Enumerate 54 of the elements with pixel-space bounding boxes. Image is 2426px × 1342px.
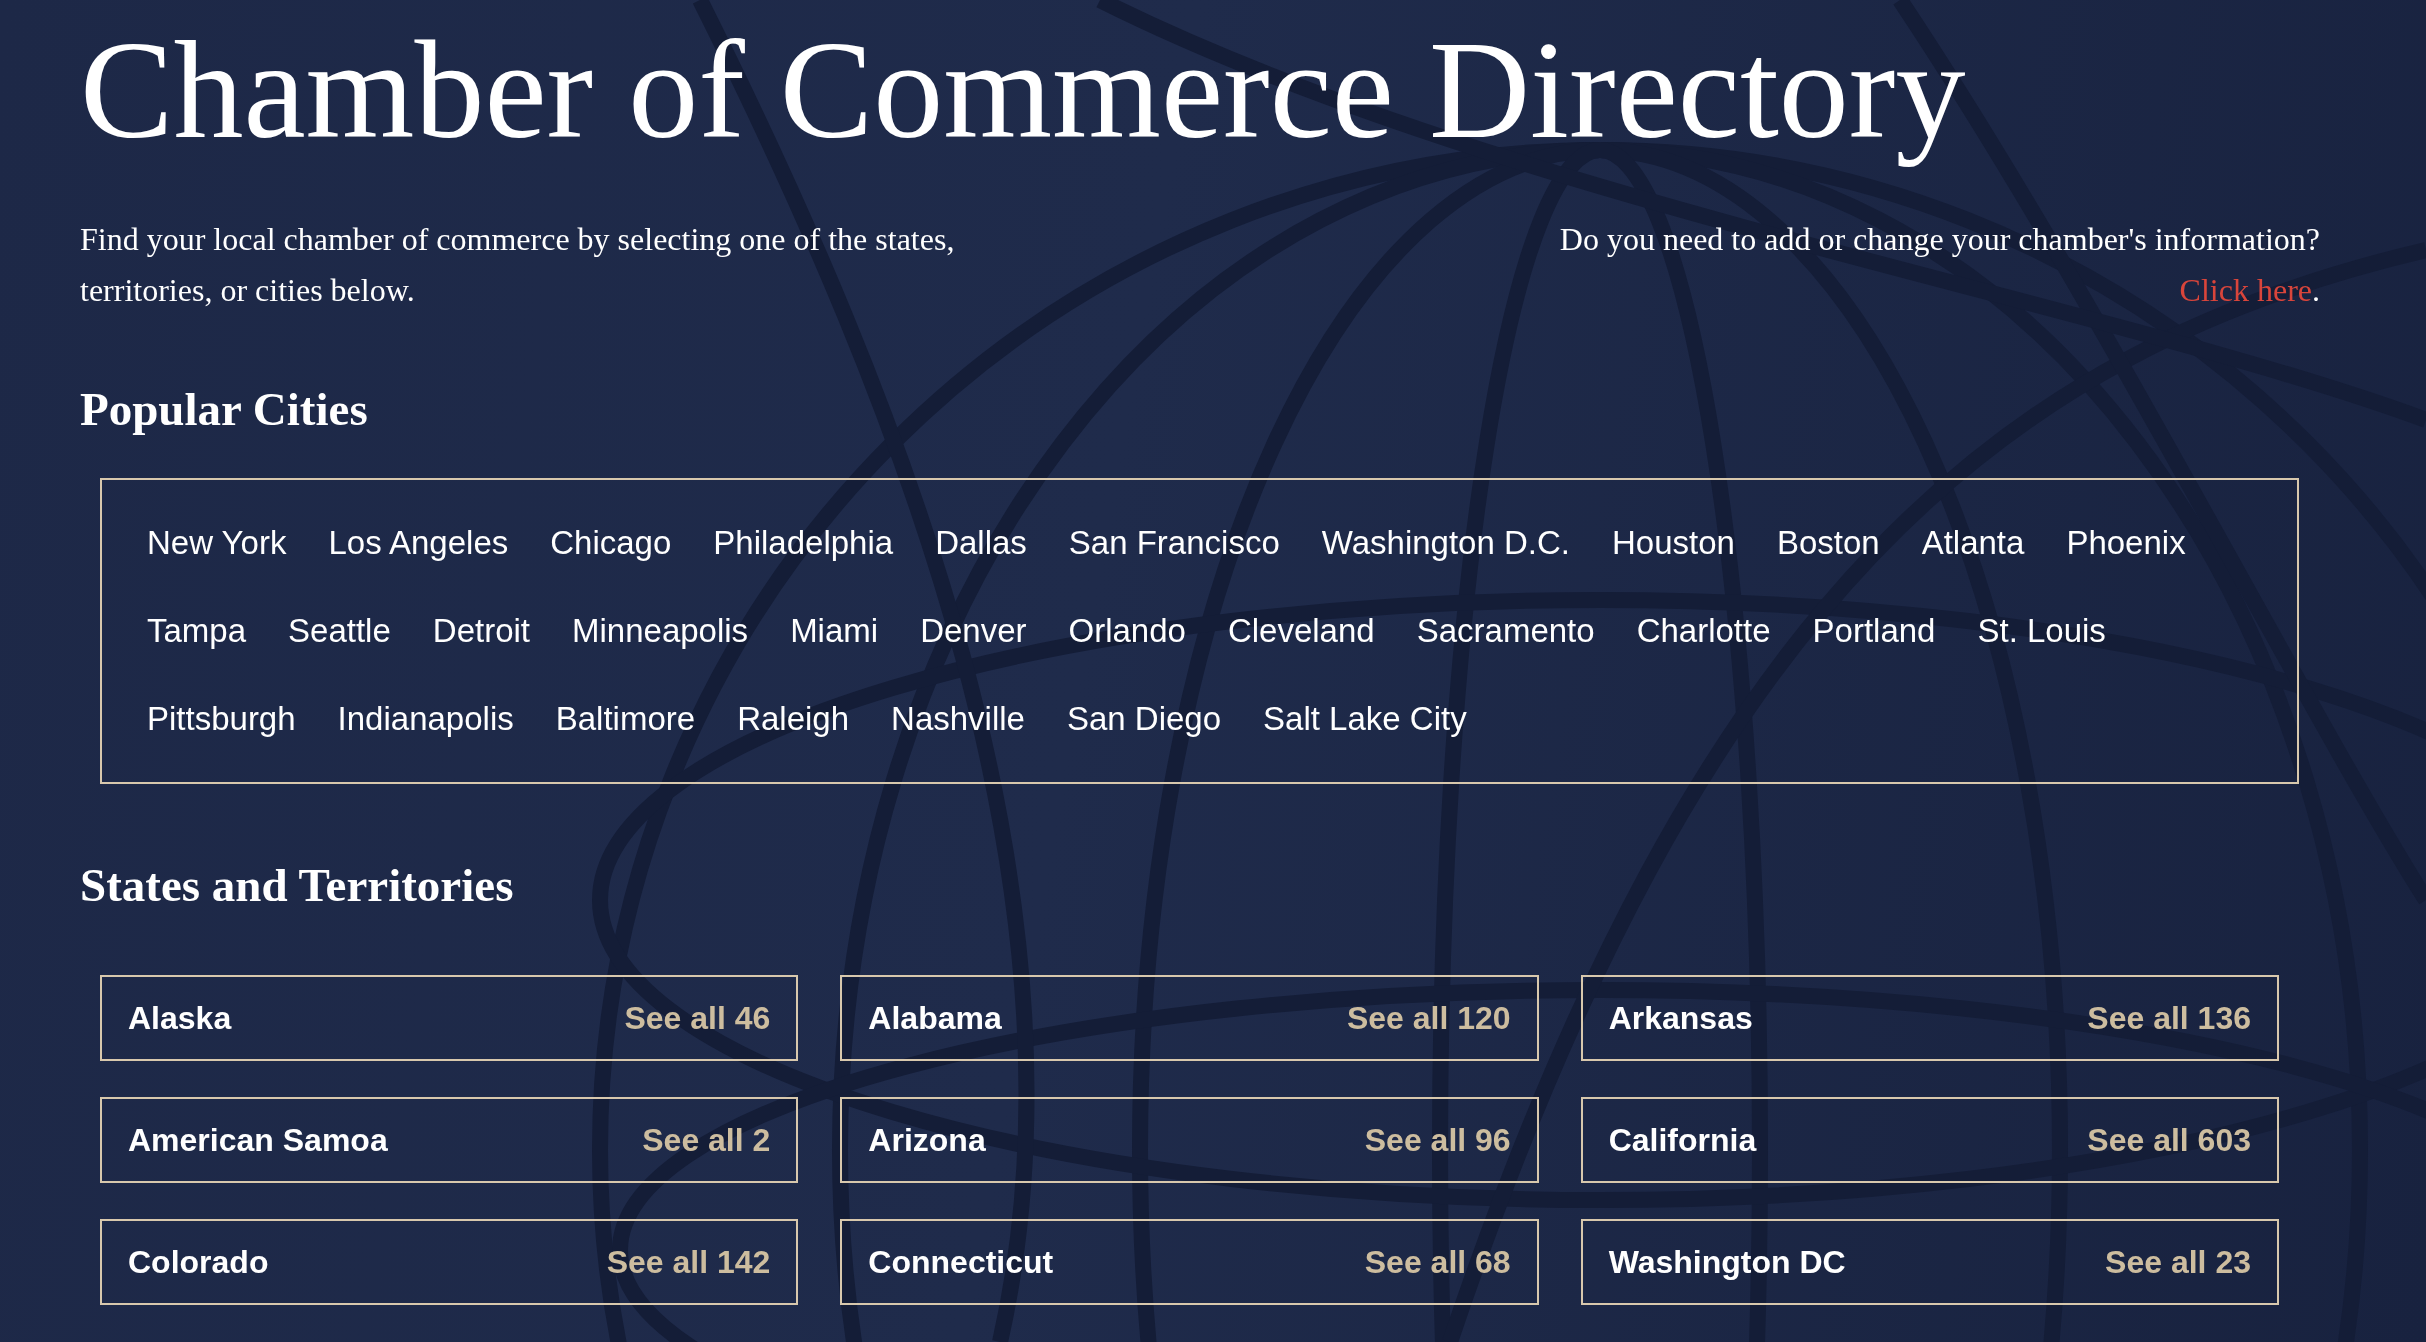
city-link[interactable]: San Diego: [1066, 696, 1222, 742]
city-link[interactable]: Sacramento: [1416, 608, 1595, 654]
city-link[interactable]: Washington D.C.: [1321, 520, 1570, 566]
state-name: Colorado: [128, 1243, 269, 1281]
city-link[interactable]: New York: [147, 520, 287, 566]
state-name: Arkansas: [1608, 999, 1753, 1037]
city-link[interactable]: Salt Lake City: [1263, 696, 1467, 742]
click-here-link[interactable]: Click here: [2179, 272, 2312, 308]
see-all-link[interactable]: See all 2: [642, 1121, 771, 1159]
city-link[interactable]: Houston: [1612, 520, 1735, 566]
city-link[interactable]: Raleigh: [737, 696, 850, 742]
city-link[interactable]: Chicago: [550, 520, 672, 566]
city-link[interactable]: Portland: [1812, 608, 1936, 654]
state-name: Alaska: [128, 999, 232, 1037]
city-link[interactable]: Nashville: [891, 696, 1025, 742]
city-link[interactable]: Los Angeles: [328, 520, 509, 566]
city-link[interactable]: St. Louis: [1977, 608, 2106, 654]
city-link[interactable]: Phoenix: [2066, 520, 2186, 566]
state-name: Connecticut: [868, 1243, 1054, 1281]
city-link[interactable]: Tampa: [147, 608, 247, 654]
see-all-link[interactable]: See all 120: [1346, 999, 1511, 1037]
section-heading: Popular Cities: [80, 382, 369, 436]
state-name: Arizona: [868, 1121, 986, 1159]
see-all-link[interactable]: See all 68: [1364, 1243, 1511, 1281]
city-link[interactable]: Seattle: [288, 608, 391, 654]
page-title: Chamber of Commerce Directory: [80, 12, 1967, 168]
see-all-link[interactable]: See all 603: [2087, 1121, 2251, 1159]
city-link[interactable]: Indianapolis: [337, 696, 514, 742]
city-link[interactable]: Baltimore: [555, 696, 696, 742]
city-link[interactable]: Orlando: [1068, 608, 1186, 654]
see-all-link[interactable]: See all 142: [606, 1243, 771, 1281]
see-all-link[interactable]: See all 96: [1364, 1121, 1511, 1159]
city-link[interactable]: Atlanta: [1921, 520, 2025, 566]
city-link[interactable]: Denver: [920, 608, 1027, 654]
see-all-link[interactable]: See all 136: [2087, 999, 2251, 1037]
intro-text: Find your local chamber of commerce by selecting one of the states, territories, or cities below.: [80, 220, 956, 310]
see-all-link[interactable]: See all 23: [2105, 1243, 2251, 1281]
state-name: American Samoa: [128, 1121, 388, 1159]
state-name: California: [1608, 1121, 1757, 1159]
city-link[interactable]: Philadelphia: [713, 520, 894, 566]
state-name: Washington DC: [1608, 1243, 1846, 1281]
city-link[interactable]: Charlotte: [1636, 608, 1771, 654]
state-name: Alabama: [868, 999, 1002, 1037]
city-link[interactable]: Dallas: [935, 520, 1027, 566]
section-heading: States and Territories: [80, 858, 515, 912]
city-link[interactable]: San Francisco: [1068, 520, 1280, 566]
city-link[interactable]: Minneapolis: [572, 608, 749, 654]
city-link[interactable]: Pittsburgh: [147, 696, 296, 742]
city-link[interactable]: Miami: [790, 608, 879, 654]
update-notice: Do you need to add or change your chamber's information? Click here.: [1558, 220, 2320, 310]
see-all-link[interactable]: See all 46: [624, 999, 771, 1037]
city-link[interactable]: Boston: [1776, 520, 1880, 566]
city-link[interactable]: Cleveland: [1227, 608, 1375, 654]
city-link[interactable]: Detroit: [432, 608, 530, 654]
